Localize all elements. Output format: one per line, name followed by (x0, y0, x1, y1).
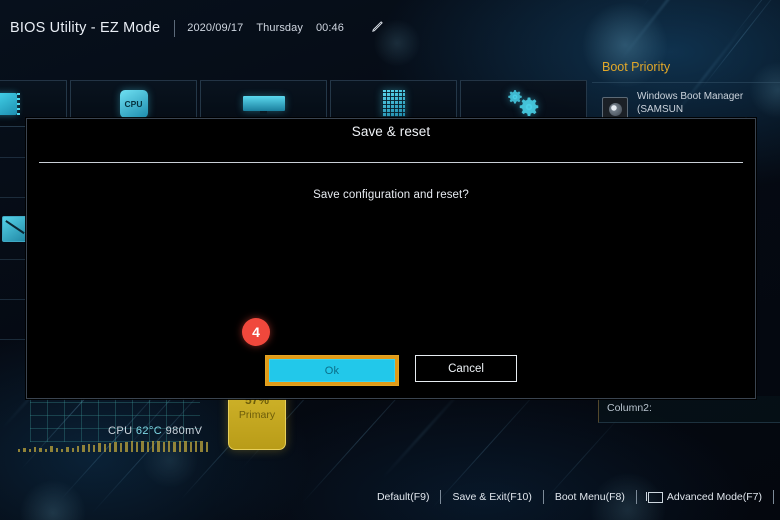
header-divider (174, 19, 176, 37)
column2-box: Column2: (598, 396, 780, 423)
ram-icon (242, 96, 285, 114)
cpu-graph-label: CPU (108, 425, 133, 437)
footer-boot-menu-label: Boot Menu(F8) (554, 491, 625, 503)
page-title: BIOS Utility - EZ Mode (10, 20, 161, 36)
fan-histogram (18, 440, 208, 452)
footer-save-exit-f10[interactable]: Save & Exit(F10) (441, 491, 542, 503)
cpu-graph-readout: CPU 62°C 980mV (108, 425, 202, 437)
advanced-mode-icon (645, 491, 663, 503)
ok-button-highlight: 4 Ok (242, 318, 399, 386)
pencil-icon[interactable] (371, 20, 384, 36)
cancel-button[interactable]: Cancel (415, 355, 517, 382)
fan-name-label: Primary (238, 409, 276, 421)
dialog-message: Save configuration and reset? (313, 189, 469, 201)
grid-icon (382, 90, 405, 117)
dialog-title: Save & reset (351, 124, 431, 139)
column2-label: Column2: (607, 402, 652, 414)
gears-icon (507, 89, 541, 119)
cpu-temp-value: 62°C (135, 425, 163, 437)
boot-priority-title: Boot Priority (602, 60, 671, 74)
footer-save-exit-label: Save & Exit(F10) (452, 491, 532, 503)
footer-default-label: Default(F9) (376, 491, 430, 503)
chip-icon (0, 92, 20, 115)
header-weekday: Thursday (256, 22, 303, 34)
footer-advanced-mode-label: Advanced Mode(F7) (666, 491, 762, 503)
boot-device-line1: Windows Boot Manager (SAMSUN (637, 91, 744, 115)
header-time: 00:46 (315, 22, 344, 34)
bios-ez-mode-screen: BIOS Utility - EZ Mode 2020/09/17 Thursd… (0, 0, 780, 520)
footer-boot-menu-f8[interactable]: Boot Menu(F8) (544, 491, 636, 503)
dialog-button-row: 4 Ok Cancel (27, 318, 755, 386)
ok-button[interactable]: Ok (269, 359, 395, 382)
save-and-reset-dialog: Save & reset Save configuration and rese… (26, 118, 756, 399)
footer-divider-4 (773, 490, 774, 504)
header-date: 2020/09/17 (187, 22, 244, 34)
header-datetime: 2020/09/17 Thursday 00:46 (187, 20, 384, 36)
cpu-voltage-value: 980mV (165, 425, 203, 437)
step-badge: 4 (242, 318, 270, 346)
dialog-divider (39, 162, 743, 163)
footer-shortcut-bar: Default(F9) Save & Exit(F10) Boot Menu(F… (0, 474, 780, 520)
footer-advanced-mode-f7[interactable]: Advanced Mode(F7) (637, 491, 773, 503)
cpu-icon: CPU (119, 89, 148, 118)
footer-default-f9[interactable]: Default(F9) (366, 491, 441, 503)
header-bar: BIOS Utility - EZ Mode 2020/09/17 Thursd… (0, 0, 780, 56)
